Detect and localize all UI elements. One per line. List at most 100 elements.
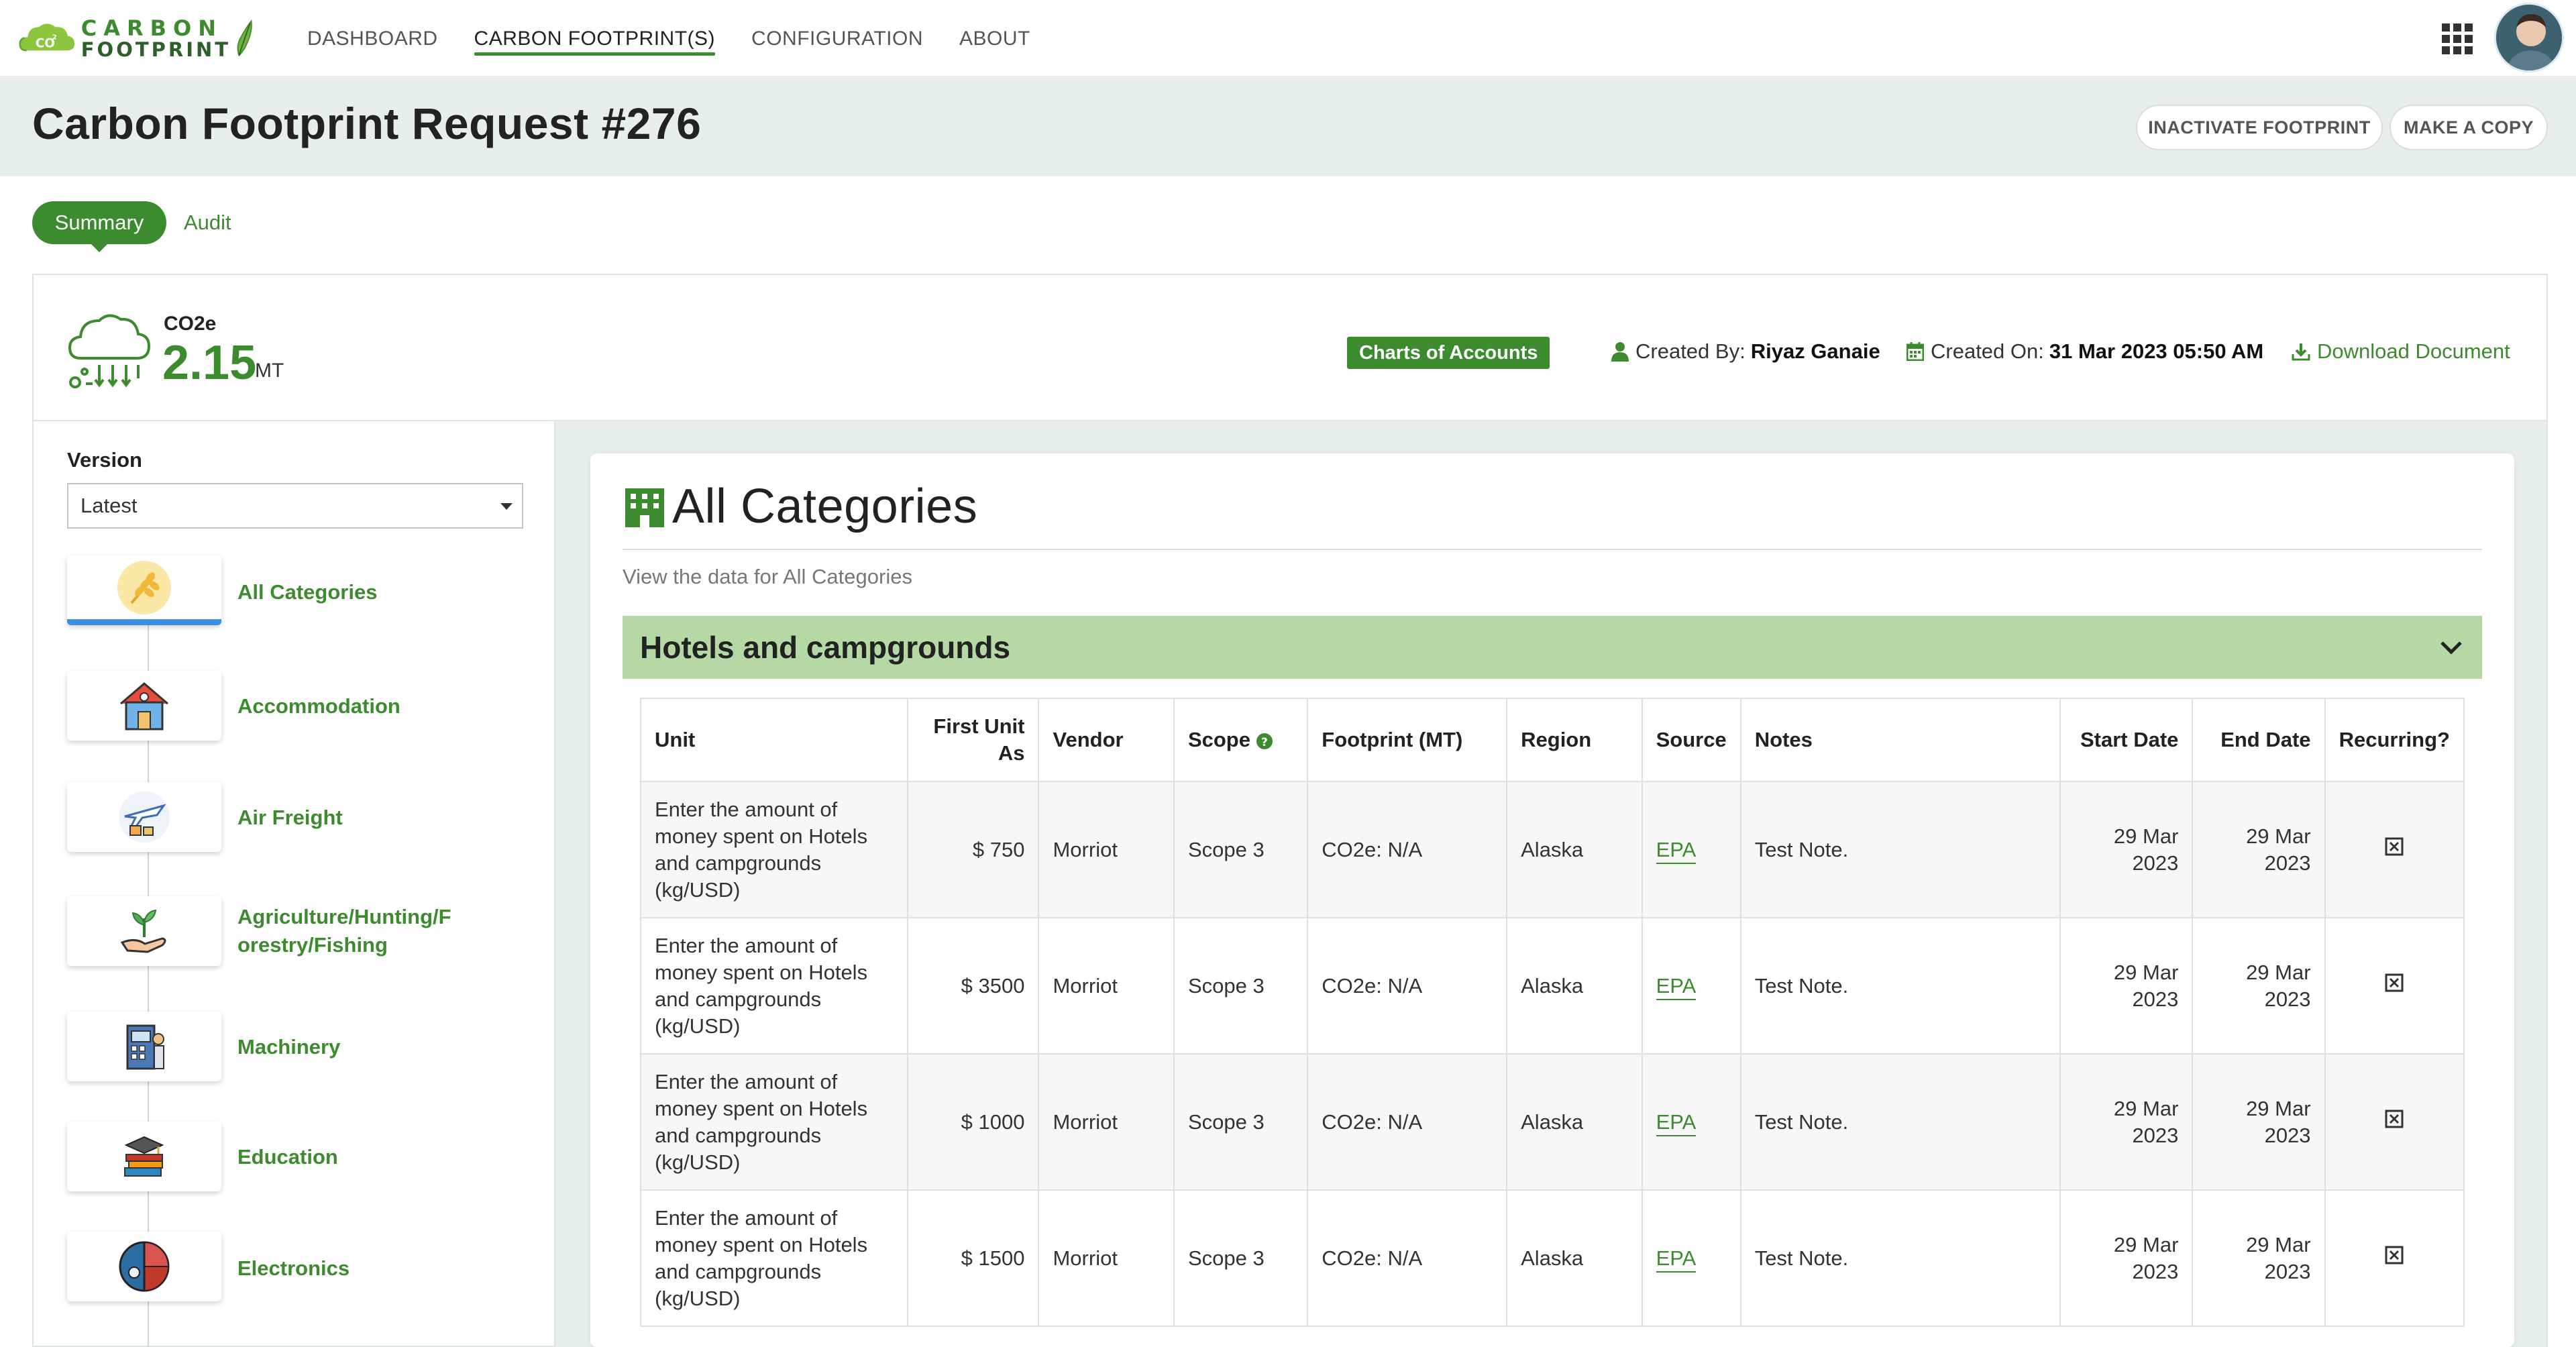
cell-start-date: 29 Mar 2023 xyxy=(2059,1053,2194,1191)
col-end-date: End Date xyxy=(2192,698,2326,782)
cell-scope: Scope 3 xyxy=(1173,1053,1309,1191)
unchecked-box-icon xyxy=(2385,1246,2404,1264)
panel-subtitle: View the data for All Categories xyxy=(623,565,912,588)
brand-text: CARBON FOOTPRINT xyxy=(81,17,231,60)
download-document-link[interactable]: Download Document xyxy=(2292,339,2510,364)
col-vendor: Vendor xyxy=(1038,698,1175,782)
sidebar-item-all-categories[interactable]: All Categories xyxy=(67,555,537,629)
cell-recurring xyxy=(2324,917,2465,1055)
sidebar-item-label: Agriculture/Hunting/F orestry/Fishing xyxy=(237,903,492,959)
version-select[interactable]: Latest xyxy=(67,483,523,529)
version-label: Version xyxy=(67,448,142,472)
cloud-emission-icon xyxy=(68,314,151,388)
cell-first-unit: $ 3500 xyxy=(907,917,1040,1055)
col-source: Source xyxy=(1641,698,1741,782)
title-band: Carbon Footprint Request #276 INACTIVATE… xyxy=(0,78,2576,176)
group-accordion-header[interactable]: Hotels and campgrounds xyxy=(623,616,2482,679)
cell-vendor: Morriot xyxy=(1038,781,1175,918)
emissions-table: Unit First Unit As Vendor Scope? Footpri… xyxy=(639,698,2465,1327)
sidebar-item-electronics[interactable]: Electronics xyxy=(67,1232,537,1305)
download-icon xyxy=(2292,343,2310,361)
main-panel: All Categories View the data for All Cat… xyxy=(590,453,2514,1347)
divider xyxy=(623,549,2482,550)
nav-dashboard[interactable]: DASHBOARD xyxy=(307,0,438,77)
cell-first-unit: $ 1000 xyxy=(907,1053,1040,1191)
plant-hand-icon xyxy=(120,909,166,953)
cell-scope: Scope 3 xyxy=(1173,1189,1309,1327)
tab-audit[interactable]: Audit xyxy=(184,201,231,244)
cell-scope: Scope 3 xyxy=(1173,917,1309,1055)
cell-region: Alaska xyxy=(1506,781,1643,918)
download-document-label: Download Document xyxy=(2317,339,2510,363)
sidebar-item-label: Accommodation xyxy=(237,694,400,718)
category-icon-box xyxy=(67,671,221,741)
sidebar-item-label-line2: orestry/Fishing xyxy=(237,933,388,957)
table-header-row: Unit First Unit As Vendor Scope? Footpri… xyxy=(639,698,2465,782)
source-link[interactable]: EPA xyxy=(1656,973,1697,1000)
created-by-value: Riyaz Ganaie xyxy=(1750,339,1880,363)
cell-unit: Enter the amount of money spent on Hotel… xyxy=(639,917,909,1055)
cell-footprint: CO2e: N/A xyxy=(1307,1053,1508,1191)
svg-text:?: ? xyxy=(1261,736,1268,749)
col-region: Region xyxy=(1506,698,1643,782)
col-scope-label: Scope xyxy=(1187,728,1250,751)
table-row: Enter the amount of money spent on Hotel… xyxy=(639,781,2465,918)
co2e-unit: MT xyxy=(255,360,284,382)
created-on: Created On: 31 Mar 2023 05:50 AM xyxy=(1907,339,2263,364)
cell-unit: Enter the amount of money spent on Hotel… xyxy=(639,781,909,918)
col-scope: Scope? xyxy=(1173,698,1309,782)
nav-carbon-footprints[interactable]: CARBON FOOTPRINT(S) xyxy=(474,0,716,77)
col-first-unit-as: First Unit As xyxy=(907,698,1040,782)
user-avatar[interactable] xyxy=(2494,3,2564,72)
nav-about[interactable]: ABOUT xyxy=(959,0,1030,77)
cell-first-unit: $ 1500 xyxy=(907,1189,1040,1327)
sidebar-item-label: All Categories xyxy=(237,580,378,604)
cell-vendor: Morriot xyxy=(1038,917,1175,1055)
unchecked-box-icon xyxy=(2385,837,2404,855)
building-icon xyxy=(625,488,664,527)
nav-links: DASHBOARD CARBON FOOTPRINT(S) CONFIGURAT… xyxy=(307,0,1067,77)
make-copy-button[interactable]: MAKE A COPY xyxy=(2390,105,2548,150)
cell-notes: Test Note. xyxy=(1739,917,2061,1055)
help-icon[interactable]: ? xyxy=(1256,733,1273,750)
source-link[interactable]: EPA xyxy=(1656,1246,1697,1273)
cloud-logo-icon: CO 2 xyxy=(19,23,75,52)
sidebar-item-education[interactable]: Education xyxy=(67,1122,537,1195)
panel-title: All Categories xyxy=(672,480,978,533)
source-link[interactable]: EPA xyxy=(1656,1110,1697,1136)
source-link[interactable]: EPA xyxy=(1656,837,1697,864)
cell-source: EPA xyxy=(1641,917,1741,1055)
cell-vendor: Morriot xyxy=(1038,1053,1175,1191)
table-row: Enter the amount of money spent on Hotel… xyxy=(639,1053,2465,1191)
sidebar-item-air-freight[interactable]: Air Freight xyxy=(67,782,537,856)
grid-icon[interactable] xyxy=(2442,23,2473,54)
brand-logo[interactable]: CO 2 CARBON FOOTPRINT xyxy=(19,9,254,67)
inactivate-footprint-button[interactable]: INACTIVATE FOOTPRINT xyxy=(2136,105,2383,150)
svg-text:2: 2 xyxy=(52,34,57,42)
sidebar-item-agriculture[interactable]: Agriculture/Hunting/F orestry/Fishing xyxy=(67,896,537,970)
cell-start-date: 29 Mar 2023 xyxy=(2059,781,2194,918)
sidebar-item-label: Air Freight xyxy=(237,806,343,829)
sidebar-item-label: Machinery xyxy=(237,1035,341,1059)
version-select-value: Latest xyxy=(80,494,138,517)
user-icon xyxy=(1611,342,1629,362)
sidebar-item-label: Education xyxy=(237,1145,338,1169)
created-on-label: Created On: xyxy=(1931,339,2044,363)
table-row: Enter the amount of money spent on Hotel… xyxy=(639,1189,2465,1327)
calendar-icon xyxy=(1907,342,1924,361)
sidebar-item-label-line1: Agriculture/Hunting/F xyxy=(237,905,451,928)
created-by-label: Created By: xyxy=(1635,339,1746,363)
sidebar-item-accommodation[interactable]: Accommodation xyxy=(67,671,537,745)
tab-summary[interactable]: Summary xyxy=(32,201,166,252)
cell-start-date: 29 Mar 2023 xyxy=(2059,1189,2194,1327)
cell-scope: Scope 3 xyxy=(1173,781,1309,918)
category-icon-box xyxy=(67,1012,221,1081)
sidebar-item-machinery[interactable]: Machinery xyxy=(67,1012,537,1085)
co2e-value: 2.15 xyxy=(162,336,257,390)
cell-end-date: 29 Mar 2023 xyxy=(2192,1189,2326,1327)
cell-unit: Enter the amount of money spent on Hotel… xyxy=(639,1053,909,1191)
co2e-label: CO2e xyxy=(164,313,217,335)
cell-recurring xyxy=(2324,781,2465,918)
nav-configuration[interactable]: CONFIGURATION xyxy=(751,0,923,77)
category-icon-box xyxy=(67,782,221,852)
